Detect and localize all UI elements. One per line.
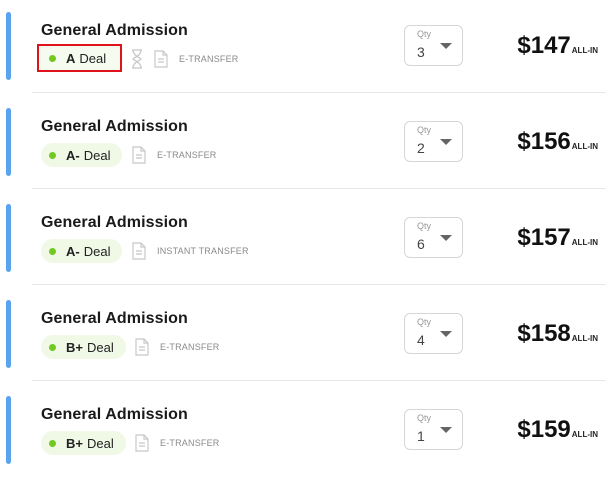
price: $156 ALL-IN [517, 128, 598, 156]
price-suffix: ALL-IN [571, 238, 598, 247]
transfer-type: E-TRANSFER [160, 342, 220, 352]
qty-value: 3 [417, 44, 425, 60]
quantity-select[interactable]: Qty 4 [404, 313, 463, 354]
document-icon [135, 338, 149, 356]
deal-badge[interactable]: A- Deal [41, 239, 123, 263]
qty-label: Qty [417, 221, 432, 231]
deal-status-dot [49, 54, 56, 62]
transfer-type: E-TRANSFER [179, 54, 239, 64]
document-icon [132, 242, 146, 260]
chevron-down-icon [440, 139, 452, 145]
chevron-down-icon [440, 427, 452, 433]
price-amount: $157 [517, 224, 571, 251]
transfer-type: INSTANT TRANSFER [157, 246, 249, 256]
deal-grade: A- [66, 147, 80, 163]
deal-label: Deal [83, 243, 111, 259]
hourglass-icon [132, 49, 142, 69]
price: $159 ALL-IN [517, 416, 598, 444]
listing-row[interactable]: General Admission A- Deal INSTANT TRANSF… [0, 192, 614, 288]
quantity-select[interactable]: Qty 6 [404, 217, 463, 258]
deal-label: Deal [86, 435, 114, 451]
deal-grade: A- [66, 243, 80, 259]
price: $147 ALL-IN [517, 32, 598, 60]
deal-badge[interactable]: B+ Deal [41, 431, 126, 455]
qty-label: Qty [417, 413, 432, 423]
listing-title: General Admission [41, 406, 188, 423]
deal-grade: A [66, 50, 76, 66]
price-amount: $159 [517, 416, 571, 443]
divider [32, 92, 606, 93]
chevron-down-icon [440, 43, 452, 49]
listing-title: General Admission [41, 22, 188, 39]
price-suffix: ALL-IN [571, 46, 598, 55]
divider [32, 284, 606, 285]
deal-status-dot [49, 343, 56, 351]
document-icon [132, 146, 146, 164]
listing-accent-bar [6, 204, 11, 272]
qty-label: Qty [417, 29, 432, 39]
listing-row[interactable]: General Admission B+ Deal E-TRANSFER Qty… [0, 288, 614, 384]
listing-accent-bar [6, 396, 11, 464]
price-suffix: ALL-IN [571, 430, 598, 439]
deal-label: Deal [83, 147, 111, 163]
listing-title: General Admission [41, 310, 188, 327]
qty-value: 2 [417, 140, 425, 156]
listing-title: General Admission [41, 118, 188, 135]
listing-title: General Admission [41, 214, 188, 231]
transfer-type: E-TRANSFER [157, 150, 217, 160]
quantity-select[interactable]: Qty 3 [404, 25, 463, 66]
deal-label: Deal [86, 339, 114, 355]
deal-badge[interactable]: A- Deal [41, 143, 123, 167]
qty-value: 4 [417, 332, 425, 348]
listing-row[interactable]: General Admission A Deal E-TRANSFER Qty … [0, 0, 614, 96]
deal-status-dot [49, 439, 56, 447]
qty-label: Qty [417, 317, 432, 327]
price-suffix: ALL-IN [571, 334, 598, 343]
transfer-type: E-TRANSFER [160, 438, 220, 448]
deal-status-dot [49, 247, 56, 255]
deal-grade: B+ [66, 339, 83, 355]
listing-row[interactable]: General Admission B+ Deal E-TRANSFER Qty… [0, 384, 614, 480]
deal-badge[interactable]: B+ Deal [41, 335, 126, 359]
divider [32, 188, 606, 189]
document-icon [135, 434, 149, 452]
deal-grade: B+ [66, 435, 83, 451]
quantity-select[interactable]: Qty 1 [404, 409, 463, 450]
qty-label: Qty [417, 125, 432, 135]
deal-status-dot [49, 151, 56, 159]
listing-row[interactable]: General Admission A- Deal E-TRANSFER Qty… [0, 96, 614, 192]
price-suffix: ALL-IN [571, 142, 598, 151]
price: $157 ALL-IN [517, 224, 598, 252]
quantity-select[interactable]: Qty 2 [404, 121, 463, 162]
price-amount: $147 [517, 32, 571, 59]
document-icon [154, 50, 168, 68]
price-amount: $156 [517, 128, 571, 155]
qty-value: 6 [417, 236, 425, 252]
qty-value: 1 [417, 428, 425, 444]
price: $158 ALL-IN [517, 320, 598, 348]
divider [32, 380, 606, 381]
listing-accent-bar [6, 108, 11, 176]
listing-accent-bar [6, 12, 11, 80]
listing-accent-bar [6, 300, 11, 368]
price-amount: $158 [517, 320, 571, 347]
chevron-down-icon [440, 331, 452, 337]
deal-label: Deal [79, 50, 107, 66]
chevron-down-icon [440, 235, 452, 241]
deal-badge[interactable]: A Deal [37, 44, 123, 72]
